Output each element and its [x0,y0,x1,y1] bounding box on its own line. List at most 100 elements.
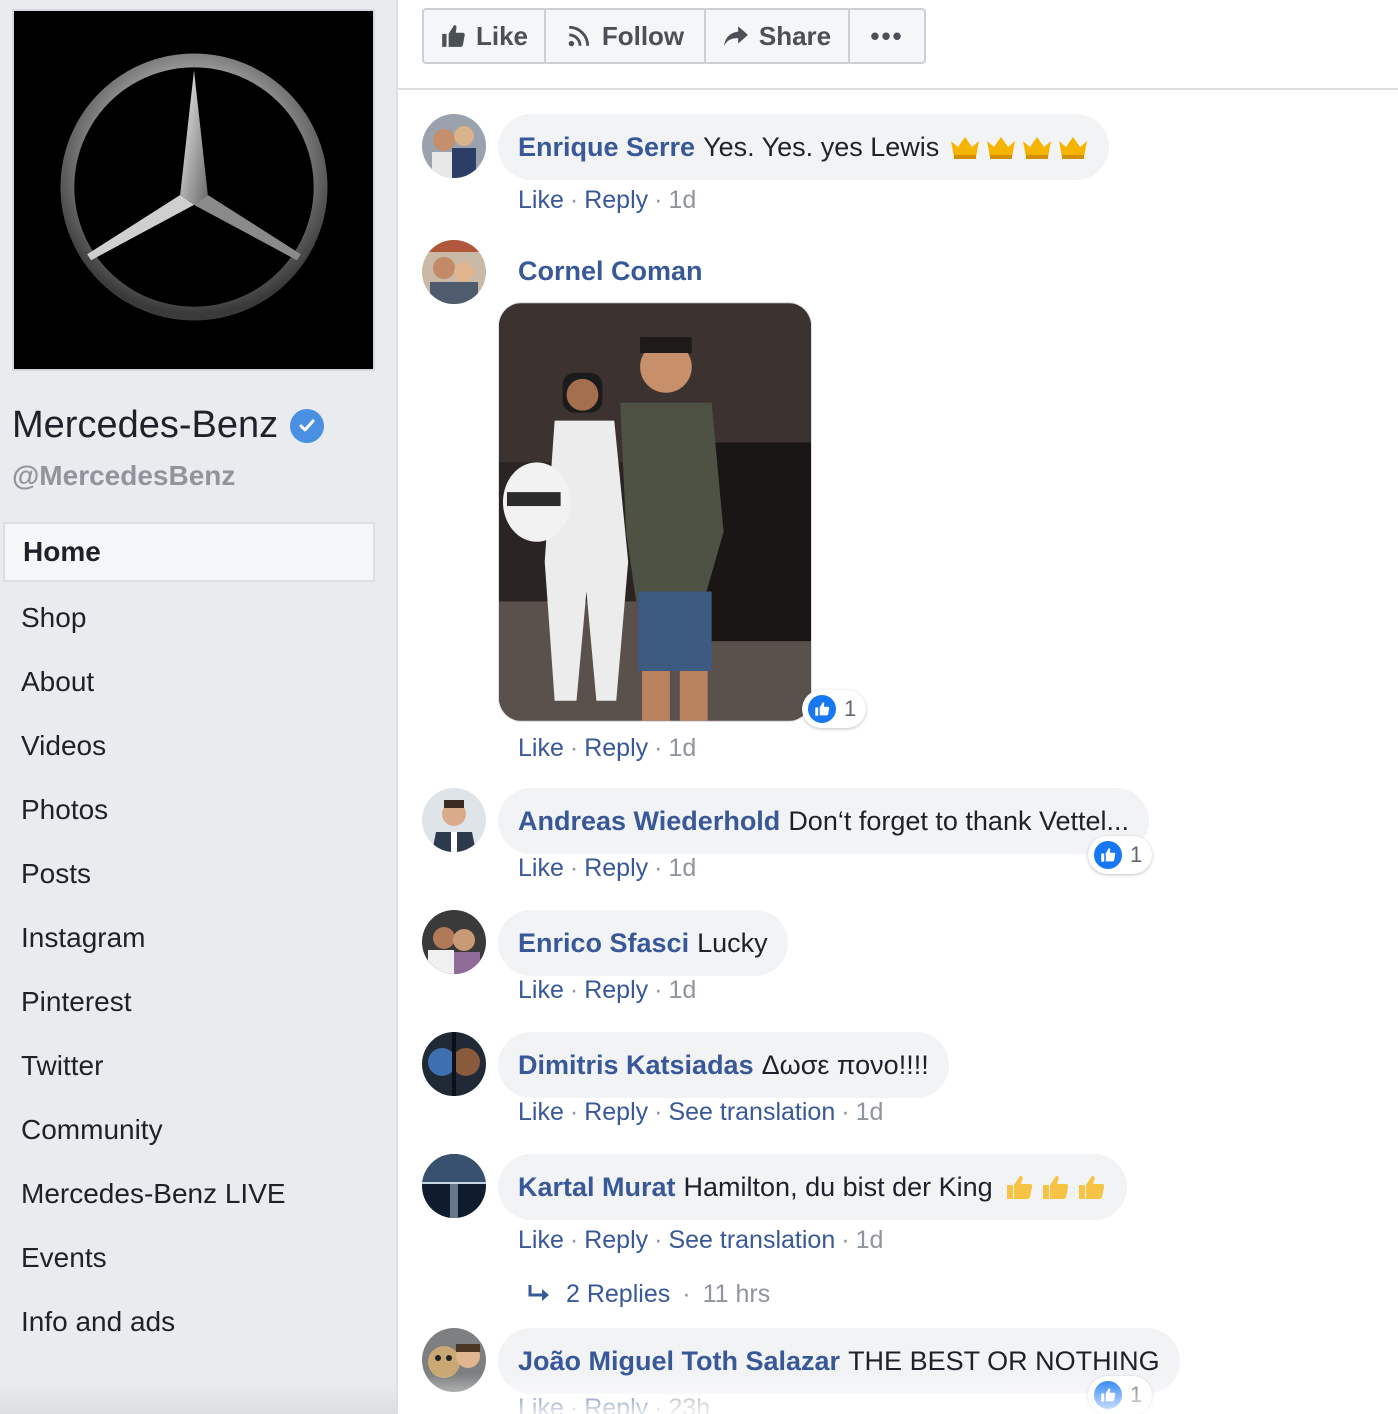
comment-text: Hamilton, du bist der King [683,1171,993,1202]
nav-item-events[interactable]: Events [3,1226,375,1290]
avatar[interactable] [422,910,486,974]
comment-author[interactable]: João Miguel Toth Salazar [518,1346,840,1377]
comment-like-link[interactable]: Like [518,976,564,1004]
comment-meta: Like · Reply · 1d [518,976,697,1004]
thumbs-up-emoji-icon [1078,1176,1104,1199]
comment-author[interactable]: Enrico Sfasci [518,928,689,959]
comment-reply-link[interactable]: Reply [584,1226,648,1254]
see-translation-link[interactable]: See translation [668,1226,835,1254]
avatar[interactable] [422,1328,486,1392]
comment-text: Lucky [697,927,768,958]
comment-time[interactable]: 1d [668,854,696,882]
like-reaction-icon [1092,839,1124,871]
crown-emoji-icon [987,137,1016,159]
crown-emoji-icon [1023,137,1052,159]
comment-like-link[interactable]: Like [518,1098,564,1126]
comment-photo-image [499,303,811,721]
avatar[interactable] [422,240,486,304]
view-replies-row[interactable]: 2 Replies · 11 hrs [526,1280,770,1309]
like-page-button[interactable]: Like [424,10,546,62]
see-translation-link[interactable]: See translation [668,1098,835,1126]
share-arrow-icon [723,26,748,46]
comment-bubble: Enrique Serre Yes. Yes. yes Lewis [498,114,1110,180]
comment-reply-link[interactable]: Reply [584,854,648,882]
comment-item: Kartal Murat Hamilton, du bist der King … [422,1154,1382,1314]
rss-follow-icon [568,25,589,47]
nav-item-photos[interactable]: Photos [3,778,375,842]
sidebar-footer-shade [0,1384,396,1414]
nav-item-community[interactable]: Community [3,1098,375,1162]
thumbs-up-emoji-icon [1006,1176,1032,1199]
comment-time[interactable]: 1d [668,186,696,214]
comment-bubble: Andreas Wiederhold Don‘t forget to thank… [498,788,1150,854]
nav-item-mercedes-benz-live[interactable]: Mercedes-Benz LIVE [3,1162,375,1226]
comment-reply-link[interactable]: Reply [584,1098,648,1126]
avatar[interactable] [422,114,486,178]
comment-like-link[interactable]: Like [518,1394,564,1414]
reaction-count-badge[interactable]: 1 [1088,1376,1153,1414]
comment-like-link[interactable]: Like [518,1226,564,1254]
comment-text: THE BEST OR NOTHING [848,1345,1160,1376]
nav-item-home[interactable]: Home [3,522,375,582]
comment-bubble: Enrico Sfasci Lucky [498,910,788,976]
comment-item: Enrico Sfasci Lucky Like · Reply · 1d [422,910,1382,1010]
nav-item-posts[interactable]: Posts [3,842,375,906]
avatar[interactable] [422,1154,486,1218]
comment-reply-link[interactable]: Reply [584,1394,648,1414]
comment-meta: Like · Reply · 1d [518,186,697,214]
comment-meta: Like · Reply · See translation · 1d [518,1098,884,1126]
comment-author[interactable]: Kartal Murat [518,1172,676,1203]
nav-item-instagram[interactable]: Instagram [3,906,375,970]
page-profile-picture[interactable] [12,9,375,371]
reaction-count-badge[interactable]: 1 [1088,836,1153,874]
reaction-count-badge[interactable]: 1 [802,690,867,728]
comment-reply-link[interactable]: Reply [584,734,648,762]
comment-time[interactable]: 1d [856,1226,884,1254]
comment-item: João Miguel Toth Salazar THE BEST OR NOT… [422,1328,1382,1414]
comment-author[interactable]: Andreas Wiederhold [518,806,780,837]
page-nav: Home Shop About Videos Photos Posts Inst… [3,522,375,1354]
verified-badge-icon [290,408,325,443]
nav-item-info-and-ads[interactable]: Info and ads [3,1290,375,1354]
nav-item-about[interactable]: About [3,650,375,714]
comment-reply-link[interactable]: Reply [584,976,648,1004]
avatar[interactable] [422,788,486,852]
share-label: Share [758,20,832,51]
comment-meta: Like · Reply · See translation · 1d [518,1226,884,1254]
comment-text: Δωσε πονο!!!! [761,1049,929,1080]
comment-like-link[interactable]: Like [518,854,564,882]
comment-author[interactable]: Cornel Coman [518,256,703,287]
comment-photo[interactable] [498,302,812,722]
nav-item-twitter[interactable]: Twitter [3,1034,375,1098]
crown-emoji-icon [1059,137,1088,159]
comment-author[interactable]: Dimitris Katsiadas [518,1050,754,1081]
comment-text: Yes. Yes. yes Lewis [703,131,940,162]
avatar[interactable] [422,1032,486,1096]
comment-time[interactable]: 1d [668,976,696,1004]
comment-meta: Like · Reply · 1d [518,854,697,882]
page-title[interactable]: Mercedes-Benz [12,404,325,447]
comment-meta: Like · Reply · 23h [518,1394,710,1414]
follow-label: Follow [601,20,685,51]
comment-reply-link[interactable]: Reply [584,186,648,214]
comment-like-link[interactable]: Like [518,734,564,762]
page-handle[interactable]: @MercedesBenz [12,460,235,492]
more-options-icon: ••• [870,20,904,51]
comment-author[interactable]: Enrique Serre [518,132,695,163]
comment-time[interactable]: 1d [856,1098,884,1126]
more-options-button[interactable]: ••• [850,10,924,62]
nav-item-pinterest[interactable]: Pinterest [3,970,375,1034]
comment-bubble: Dimitris Katsiadas Δωσε πονο!!!! [498,1032,949,1098]
nav-item-videos[interactable]: Videos [3,714,375,778]
nav-item-shop[interactable]: Shop [3,586,375,650]
share-button[interactable]: Share [706,10,850,62]
comment-bubble: João Miguel Toth Salazar THE BEST OR NOT… [498,1328,1180,1394]
comment-time[interactable]: 23h [668,1394,710,1414]
comment-like-link[interactable]: Like [518,186,564,214]
replies-link[interactable]: 2 Replies [566,1280,670,1309]
reaction-count: 1 [1130,1382,1143,1407]
comment-time[interactable]: 1d [668,734,696,762]
follow-button[interactable]: Follow [546,10,706,62]
comment-item: Andreas Wiederhold Don‘t forget to thank… [422,788,1382,888]
comment-text: Don‘t forget to thank Vettel... [788,805,1130,836]
